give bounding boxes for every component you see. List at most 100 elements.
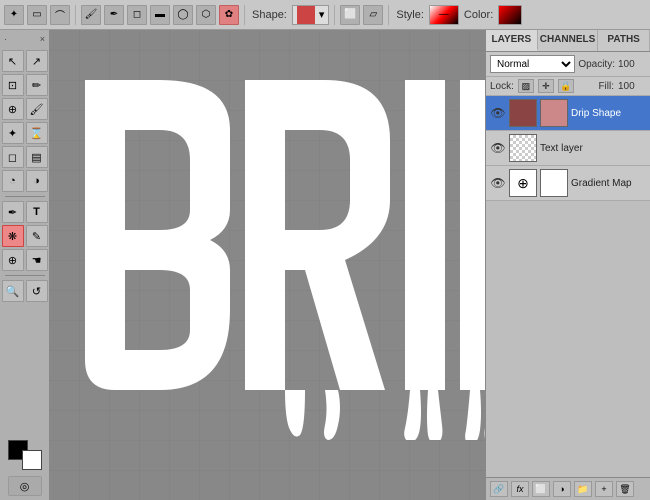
path-icon2[interactable]: ▱: [363, 5, 383, 25]
heal-tool[interactable]: ⊕: [2, 98, 24, 120]
layer-thumb-text: [509, 134, 537, 162]
lock-all-icon[interactable]: 🔒: [558, 79, 574, 93]
drip-shape-label: Drip Shape: [571, 108, 646, 119]
lasso-icon[interactable]: ⌒: [50, 5, 70, 25]
sep4: [388, 5, 389, 25]
history-tool[interactable]: ⌛: [26, 122, 48, 144]
zoom-tool[interactable]: ⊕: [2, 249, 24, 271]
gradient-tool[interactable]: ▤: [26, 146, 48, 168]
opacity-label: Opacity:: [578, 59, 615, 70]
clone-tool[interactable]: ✦: [2, 122, 24, 144]
layer-row-gradient[interactable]: 👁 ⊕ Gradient Map: [486, 166, 650, 201]
new-layer-icon[interactable]: +: [595, 481, 613, 497]
layers-panel: LAYERS CHANNELS PATHS Normal Opacity: 10…: [485, 30, 650, 500]
notes-tool[interactable]: ✎: [26, 225, 48, 247]
sep3: [334, 5, 335, 25]
style-preview[interactable]: —: [429, 5, 459, 25]
shape-custom-icon[interactable]: ✿: [219, 5, 239, 25]
move-tool-icon[interactable]: ✦: [4, 5, 24, 25]
blend-mode-select[interactable]: Normal: [490, 55, 575, 73]
shape-label: Shape:: [252, 9, 287, 21]
tool-row-10: 🔍 ↺: [2, 280, 48, 302]
tool-sep-2: [5, 275, 45, 276]
shape-rect-icon[interactable]: ▬: [150, 5, 170, 25]
background-color[interactable]: [22, 450, 42, 470]
brush-icon[interactable]: 🖌: [81, 5, 101, 25]
dodge-tool[interactable]: ◑: [26, 170, 48, 192]
lock-position-icon[interactable]: ✛: [538, 79, 554, 93]
layer-row-drip-shape[interactable]: 👁 Drip Shape: [486, 96, 650, 131]
gradient-map-label: Gradient Map: [571, 178, 646, 189]
color-swatches: [8, 440, 42, 470]
top-toolbar: ✦ ▭ ⌒ 🖌 ✒ ◻ ▬ ◯ ⬡ ✿ Shape: ▾ ⬜ ▱ Style: …: [0, 0, 650, 30]
tool-row-5: ◻ ▤: [2, 146, 48, 168]
tool-row-7: ✒ T: [2, 201, 48, 223]
stamp-icon[interactable]: ✒: [104, 5, 124, 25]
link-icon[interactable]: 🔗: [490, 481, 508, 497]
drip-canvas-svg: [70, 50, 485, 440]
pen-tool[interactable]: ✒: [2, 201, 24, 223]
blur-tool[interactable]: ◔: [2, 170, 24, 192]
color-preview[interactable]: [498, 5, 522, 25]
opacity-value: 100: [618, 59, 646, 70]
panel-tabs: LAYERS CHANNELS PATHS: [486, 30, 650, 52]
tool-row-6: ◔ ◑: [2, 170, 48, 192]
delete-layer-icon[interactable]: 🗑: [616, 481, 634, 497]
group-icon[interactable]: 📁: [574, 481, 592, 497]
main-area: · × ↖ ↗ ⊡ ✏ ⊕ 🖌 ✦ ⌛ ◻ ▤ ◔ ◑ ✒ T: [0, 30, 650, 500]
quick-mask-icon[interactable]: ◎: [8, 476, 42, 496]
path-icon1[interactable]: ⬜: [340, 5, 360, 25]
hand-tool[interactable]: ☚: [26, 249, 48, 271]
eye-icon-gradient[interactable]: 👁: [490, 175, 506, 191]
shape-hex-icon[interactable]: ⬡: [196, 5, 216, 25]
fill-label: Fill:: [598, 81, 614, 92]
layer-thumb-drip: [509, 99, 537, 127]
adjustment-icon[interactable]: ◑: [553, 481, 571, 497]
panel-bottom-bar: 🔗 fx ⬜ ◑ 📁 + 🗑: [486, 477, 650, 500]
tab-layers[interactable]: LAYERS: [486, 30, 538, 51]
eraser-icon[interactable]: ◻: [127, 5, 147, 25]
gradient-thumb-content: [541, 170, 567, 196]
eyedropper-tool[interactable]: ✏: [26, 74, 48, 96]
select-rect-icon[interactable]: ▭: [27, 5, 47, 25]
eye-icon-drip[interactable]: 👁: [490, 105, 506, 121]
eye-icon-text[interactable]: 👁: [490, 140, 506, 156]
selection-tool[interactable]: ↖: [2, 50, 24, 72]
layer-row-text[interactable]: 👁 Text layer: [486, 131, 650, 166]
tool-row-3: ⊕ 🖌: [2, 98, 48, 120]
sep2: [244, 5, 245, 25]
sep1: [75, 5, 76, 25]
text-layer-label: Text layer: [540, 143, 646, 154]
tool-row-2: ⊡ ✏: [2, 74, 48, 96]
eraser-tool[interactable]: ◻: [2, 146, 24, 168]
direct-select-tool[interactable]: ↗: [26, 50, 48, 72]
toolbar-close[interactable]: ×: [40, 34, 45, 44]
toolbar-dots: ·: [4, 34, 7, 44]
fill-value: 100: [618, 81, 646, 92]
drip-thumb-content: [510, 100, 536, 126]
shape-dropdown[interactable]: ▾: [292, 5, 330, 25]
brush-tool[interactable]: 🖌: [26, 98, 48, 120]
left-toolbar: · × ↖ ↗ ⊡ ✏ ⊕ 🖌 ✦ ⌛ ◻ ▤ ◔ ◑ ✒ T: [0, 30, 50, 500]
type-tool[interactable]: T: [26, 201, 48, 223]
shape-dropdown-arrow: ▾: [319, 8, 325, 21]
tool-row-1: ↖ ↗: [2, 50, 48, 72]
lock-label: Lock:: [490, 81, 514, 92]
shape-tool-active[interactable]: ❋: [2, 225, 24, 247]
shape-ellipse-icon[interactable]: ◯: [173, 5, 193, 25]
shape-preview: [297, 6, 315, 24]
fx-icon[interactable]: fx: [511, 481, 529, 497]
tab-paths[interactable]: PATHS: [598, 30, 650, 51]
color-label: Color:: [464, 9, 493, 21]
rotate-tool[interactable]: ↺: [26, 280, 48, 302]
lock-pixels-icon[interactable]: ▨: [518, 79, 534, 93]
layer-thumb-gradient-mask: [540, 169, 568, 197]
crop-tool[interactable]: ⊡: [2, 74, 24, 96]
zoom-in-tool[interactable]: 🔍: [2, 280, 24, 302]
tab-channels[interactable]: CHANNELS: [538, 30, 599, 51]
style-label: Style:: [396, 9, 424, 21]
toolbar-header: · ×: [2, 34, 47, 44]
mask-icon[interactable]: ⬜: [532, 481, 550, 497]
blend-mode-row: Normal Opacity: 100: [486, 52, 650, 77]
lock-row: Lock: ▨ ✛ 🔒 Fill: 100: [486, 77, 650, 96]
